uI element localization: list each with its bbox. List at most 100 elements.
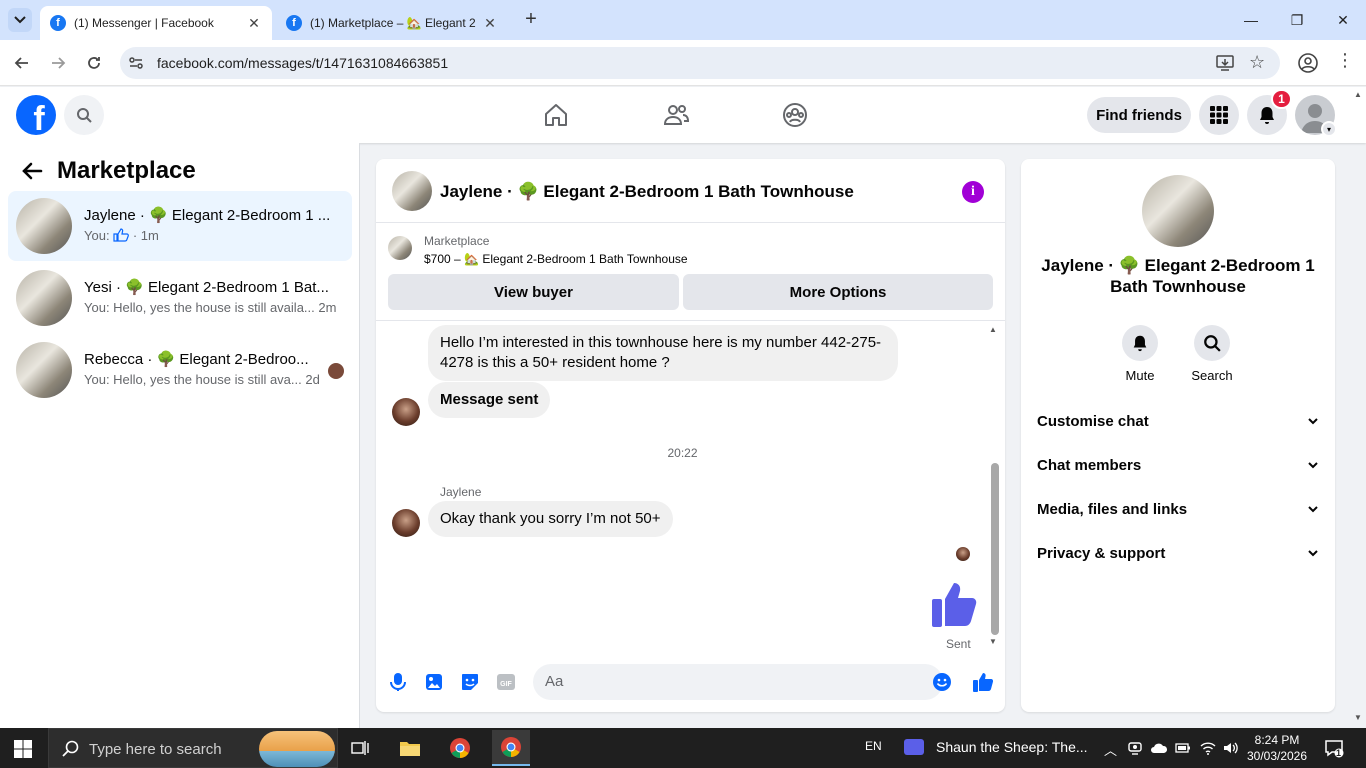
tab-search-button[interactable]	[8, 8, 32, 32]
chat-avatar-large[interactable]	[1142, 175, 1214, 247]
file-explorer-button[interactable]	[394, 732, 426, 764]
facebook-favicon-icon: f	[286, 15, 302, 31]
wifi-icon[interactable]	[1200, 740, 1216, 756]
conversation-item-rebecca[interactable]: Rebecca · 🌳 Elegant 2-Bedroo... You: Hel…	[8, 335, 352, 405]
listing-detail[interactable]: $700 – 🏡 Elegant 2-Bedroom 1 Bath Townho…	[424, 252, 688, 266]
conversation-list-panel: Marketplace Jaylene · 🌳 Elegant 2-Bedroo…	[0, 143, 360, 728]
chat-avatar[interactable]	[392, 171, 432, 211]
chrome-menu-icon[interactable]: ⋮	[1336, 50, 1354, 71]
windows-start-icon[interactable]	[14, 740, 32, 758]
reload-button[interactable]	[82, 51, 106, 75]
sticker-icon[interactable]	[460, 672, 480, 692]
chevron-down-icon	[1308, 462, 1318, 469]
microphone-icon[interactable]	[388, 672, 408, 692]
minimize-button[interactable]: —	[1236, 6, 1266, 34]
message-input[interactable]	[545, 673, 915, 690]
bookmark-star-icon[interactable]: ☆	[1249, 52, 1265, 73]
conversation-item-jaylene[interactable]: Jaylene · 🌳 Elegant 2-Bedroom 1 ... You:…	[8, 191, 352, 261]
chrome-taskbar-button[interactable]	[444, 732, 476, 764]
media-files-links-row[interactable]: Media, files and links	[1029, 487, 1327, 531]
privacy-support-row[interactable]: Privacy & support	[1029, 531, 1327, 575]
site-info-icon[interactable]	[128, 55, 144, 71]
address-bar[interactable]: facebook.com/messages/t/1471631084663851…	[120, 47, 1280, 79]
mute-label: Mute	[1125, 368, 1155, 383]
more-options-button[interactable]: More Options	[683, 274, 993, 310]
arrow-right-icon	[52, 57, 66, 69]
arrow-left-icon[interactable]	[20, 159, 44, 183]
search-in-chat-button[interactable]: Search	[1182, 325, 1242, 383]
task-view-button[interactable]	[344, 732, 376, 764]
sender-avatar[interactable]	[392, 398, 420, 426]
menu-button[interactable]	[1199, 95, 1239, 135]
search-label: Search	[1191, 368, 1233, 383]
taskbar-clock[interactable]: 8:24 PM 30/03/2026	[1244, 732, 1310, 764]
tab-title: (1) Marketplace – 🏡 Elegant 2	[310, 16, 476, 30]
message-bubble[interactable]: Okay thank you sorry I’m not 50+	[428, 501, 673, 537]
tab-title: (1) Messenger | Facebook	[74, 16, 214, 30]
restore-button[interactable]: ❐	[1282, 6, 1312, 34]
groups-icon[interactable]	[781, 101, 809, 129]
chrome-profile-icon[interactable]	[1297, 52, 1319, 74]
sent-like-icon[interactable]	[930, 579, 980, 629]
gif-icon[interactable]: GIF	[496, 672, 516, 692]
message-bubble[interactable]: Message sent	[428, 382, 551, 418]
scroll-down-icon[interactable]: ▼	[989, 637, 997, 646]
scroll-up-icon[interactable]: ▲	[989, 325, 997, 334]
browser-tab-bar: f (1) Messenger | Facebook ✕ f (1) Marke…	[0, 0, 1366, 40]
row-label: Chat members	[1037, 456, 1142, 474]
listing-thumbnail	[388, 236, 412, 260]
tray-chevron-up-icon[interactable]: ︿	[1104, 740, 1117, 759]
sent-status: Sent	[946, 637, 971, 651]
customise-chat-row[interactable]: Customise chat	[1029, 399, 1327, 443]
url-text[interactable]: facebook.com/messages/t/1471631084663851	[157, 55, 448, 71]
taskbar-search-box[interactable]: Type here to search	[48, 728, 338, 768]
friends-icon[interactable]	[662, 101, 690, 129]
install-app-icon[interactable]	[1216, 54, 1234, 72]
view-buyer-button[interactable]: View buyer	[388, 274, 679, 310]
chat-members-row[interactable]: Chat members	[1029, 443, 1327, 487]
like-send-icon[interactable]	[972, 671, 994, 693]
chat-scrollbar-thumb[interactable]	[991, 463, 999, 635]
message-bubble[interactable]: Hello I’m interested in this townhouse h…	[428, 325, 898, 381]
account-caret-icon[interactable]: ▾	[1321, 121, 1337, 137]
chrome-profile-taskbar-button[interactable]	[492, 730, 530, 766]
page-scroll-up-icon[interactable]: ▲	[1354, 90, 1362, 99]
webcam-icon[interactable]	[1128, 740, 1142, 756]
conversation-item-yesi[interactable]: Yesi · 🌳 Elegant 2-Bedroom 1 Bat... You:…	[8, 263, 352, 333]
chat-title[interactable]: Jaylene · 🌳 Elegant 2-Bedroom 1 Bath Tow…	[440, 182, 854, 202]
mute-circle[interactable]	[1122, 325, 1158, 361]
search-circle[interactable]	[1194, 325, 1230, 361]
message-input-wrapper[interactable]	[533, 664, 943, 700]
preview-prefix: You:	[84, 228, 110, 243]
speaker-icon[interactable]	[1222, 740, 1238, 756]
media-widget[interactable]: Shaun the Sheep: The...	[904, 739, 1088, 755]
tab-marketplace[interactable]: f (1) Marketplace – 🏡 Elegant 2 ✕	[276, 6, 508, 40]
close-tab-icon[interactable]: ✕	[482, 15, 498, 32]
read-receipt-avatar	[328, 363, 344, 379]
chrome-icon	[501, 737, 521, 757]
read-receipt-avatar	[956, 547, 970, 561]
forward-button[interactable]	[46, 51, 70, 75]
photo-icon[interactable]	[424, 672, 444, 692]
facebook-search-button[interactable]	[64, 95, 104, 135]
svg-text:GIF: GIF	[500, 681, 512, 688]
battery-icon[interactable]	[1175, 742, 1191, 754]
find-friends-button[interactable]: Find friends	[1087, 97, 1191, 133]
chat-details-title: Jaylene · 🌳 Elegant 2-Bedroom 1 Bath Tow…	[1041, 256, 1315, 296]
back-button[interactable]	[10, 51, 34, 75]
home-icon[interactable]	[542, 101, 570, 129]
cloud-icon[interactable]	[1150, 741, 1168, 755]
info-icon[interactable]: i	[962, 181, 984, 203]
tab-messenger[interactable]: f (1) Messenger | Facebook ✕	[40, 6, 272, 40]
page-scroll-down-icon[interactable]: ▼	[1354, 713, 1362, 722]
emoji-icon[interactable]	[932, 672, 952, 692]
media-title: Shaun the Sheep: The...	[936, 739, 1088, 755]
new-tab-button[interactable]: +	[520, 8, 542, 30]
close-tab-icon[interactable]: ✕	[246, 15, 262, 32]
mute-button[interactable]: Mute	[1110, 325, 1170, 383]
sender-avatar[interactable]	[392, 509, 420, 537]
preview-text: You: Hello, yes the house is still avail…	[84, 300, 315, 315]
facebook-logo-icon[interactable]: f	[16, 95, 56, 135]
input-language[interactable]: EN	[865, 739, 882, 753]
close-window-button[interactable]: ✕	[1328, 6, 1358, 34]
